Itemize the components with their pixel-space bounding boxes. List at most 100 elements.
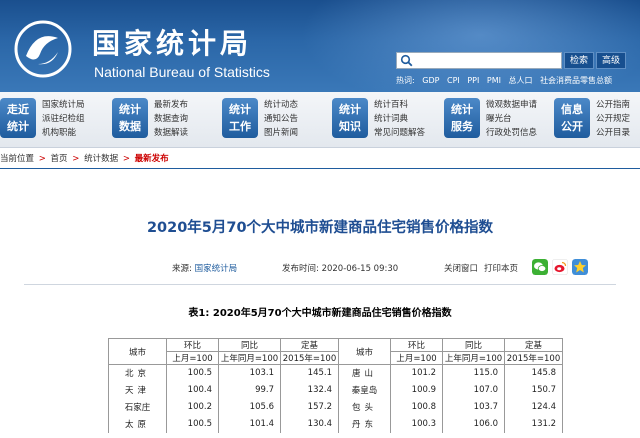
mom-cell: 100.9	[390, 381, 443, 399]
yoy-cell: 106.0	[442, 415, 505, 433]
source-label: 来源:	[172, 264, 192, 274]
mom-cell: 101.2	[390, 364, 443, 382]
base-cell: 150.7	[504, 381, 563, 399]
yoy-subheader: 上年同月=100	[218, 351, 281, 365]
print-page-link[interactable]: 打印本页	[484, 262, 518, 274]
mom-header: 环比	[166, 338, 219, 352]
mom-cell: 100.2	[166, 398, 219, 416]
nav-link[interactable]: 数据解读	[154, 126, 188, 140]
search-icon	[400, 54, 413, 67]
breadcrumb-current[interactable]: 最新发布	[135, 154, 169, 164]
nav-link[interactable]: 公开规定	[596, 112, 630, 126]
nav-link[interactable]: 最新发布	[154, 98, 188, 112]
hot-word-link[interactable]: PMI	[487, 76, 501, 85]
table-caption: 表1: 2020年5月70个大中城市新建商品住宅销售价格指数	[188, 308, 452, 319]
nav-link[interactable]: 公开目录	[596, 126, 630, 140]
yoy-cell: 103.1	[218, 364, 281, 382]
mom-cell: 100.5	[166, 364, 219, 382]
nav-link[interactable]: 常见问题解答	[374, 126, 425, 140]
table-row: 天津 100.4 99.7 132.4 秦皇岛 100.9 107.0 150.…	[108, 381, 563, 399]
hot-word-link[interactable]: PPI	[467, 76, 479, 85]
yoy-header: 同比	[218, 338, 281, 352]
table-row: 石家庄 100.2 105.6 157.2 包头 100.8 103.7 124…	[108, 398, 563, 416]
city-cell: 石家庄	[108, 398, 167, 416]
wechat-icon[interactable]	[532, 259, 548, 275]
yoy-subheader: 上年同月=100	[442, 351, 505, 365]
city-cell: 太原	[108, 415, 167, 433]
table-row: 太原 100.5 101.4 130.4 丹东 100.3 106.0 131.…	[108, 415, 563, 433]
mom-cell: 100.4	[166, 381, 219, 399]
base-cell: 145.1	[280, 364, 339, 382]
search-input[interactable]	[396, 52, 562, 69]
base-cell: 145.8	[504, 364, 563, 382]
hot-words: 热词: GDP CPI PPI PMI 总人口 社会消费品零售总额	[396, 75, 617, 86]
nav-link[interactable]: 统计词典	[374, 112, 425, 126]
table-row: 北京 100.5 103.1 145.1 唐山 101.2 115.0 145.…	[108, 364, 563, 382]
yoy-cell: 103.7	[442, 398, 505, 416]
city-header: 城市	[338, 338, 391, 365]
base-cell: 130.4	[280, 415, 339, 433]
nav-link[interactable]: 曝光台	[486, 112, 537, 126]
source-link[interactable]: 国家统计局	[195, 264, 238, 274]
nav-link[interactable]: 数据查询	[154, 112, 188, 126]
publish-time: 2020-06-15 09:30	[321, 264, 399, 274]
yoy-cell: 115.0	[442, 364, 505, 382]
close-window-link[interactable]: 关闭窗口	[444, 262, 478, 274]
nav-tile-service[interactable]: 统计 服务	[444, 98, 480, 138]
source-meta: 来源: 国家统计局	[172, 262, 237, 274]
qzone-icon[interactable]	[572, 259, 588, 275]
yoy-cell: 107.0	[442, 381, 505, 399]
nav-link[interactable]: 行政处罚信息	[486, 126, 537, 140]
city-cell: 北京	[108, 364, 167, 382]
base-cell: 157.2	[280, 398, 339, 416]
nav-link[interactable]: 机构职能	[42, 126, 85, 140]
content-divider	[24, 284, 616, 285]
site-title-cn[interactable]: 国家统计局	[92, 22, 252, 62]
city-cell: 天津	[108, 381, 167, 399]
advanced-search-button[interactable]: 高级	[596, 52, 626, 69]
nav-tile-open[interactable]: 信息 公开	[554, 98, 590, 138]
breadcrumb-separator: >	[38, 154, 46, 164]
base-subheader: 2015年=100	[280, 351, 339, 365]
base-cell: 132.4	[280, 381, 339, 399]
site-title-en[interactable]: National Bureau of Statistics	[94, 64, 270, 80]
page-title: 2020年5月70个大中城市新建商品住宅销售价格指数	[146, 220, 494, 236]
nav-tile-knowledge[interactable]: 统计 知识	[332, 98, 368, 138]
nav-link[interactable]: 国家统计局	[42, 98, 85, 112]
nav-tile-work[interactable]: 统计 工作	[222, 98, 258, 138]
search-button[interactable]: 检索	[564, 52, 594, 69]
city-header: 城市	[108, 338, 167, 365]
time-label: 发布时间:	[282, 264, 319, 274]
nav-link[interactable]: 微观数据申请	[486, 98, 537, 112]
nav-link[interactable]: 派驻纪检组	[42, 112, 85, 126]
hot-word-link[interactable]: 总人口	[509, 76, 533, 85]
yoy-cell: 99.7	[218, 381, 281, 399]
nav-tile-about[interactable]: 走近 统计	[0, 98, 36, 138]
breadcrumb-item-data[interactable]: 统计数据	[84, 154, 118, 164]
mom-subheader: 上月=100	[390, 351, 443, 365]
nav-link[interactable]: 统计动态	[264, 98, 298, 112]
breadcrumb-item-home[interactable]: 首页	[51, 154, 68, 164]
mom-cell: 100.8	[390, 398, 443, 416]
main-nav: 走近 统计 国家统计局 派驻纪检组 机构职能 统计 数据 最新发布 数据查询 数据解…	[0, 92, 640, 148]
mom-subheader: 上月=100	[166, 351, 219, 365]
hot-word-link[interactable]: CPI	[447, 76, 460, 85]
price-index-table: 城市 环比 同比 定基 城市 环比 同比 定基 上月=100 上年同月=100 …	[108, 338, 563, 433]
nav-tile-data[interactable]: 统计 数据	[112, 98, 148, 138]
nav-link[interactable]: 通知公告	[264, 112, 298, 126]
base-header: 定基	[280, 338, 339, 352]
mom-cell: 100.3	[390, 415, 443, 433]
city-cell: 包头	[338, 398, 391, 416]
breadcrumb-underline	[0, 168, 640, 169]
hot-word-link[interactable]: GDP	[422, 76, 439, 85]
nav-link[interactable]: 统计百科	[374, 98, 425, 112]
hot-words-label: 热词:	[396, 76, 415, 85]
city-cell: 丹东	[338, 415, 391, 433]
nav-link[interactable]: 图片新闻	[264, 126, 298, 140]
weibo-icon[interactable]	[552, 259, 568, 275]
nav-link[interactable]: 公开指南	[596, 98, 630, 112]
base-cell: 131.2	[504, 415, 563, 433]
nbs-logo-icon[interactable]	[14, 20, 72, 78]
hot-word-link[interactable]: 社会消费品零售总额	[540, 76, 612, 85]
breadcrumb-separator: >	[122, 154, 130, 164]
